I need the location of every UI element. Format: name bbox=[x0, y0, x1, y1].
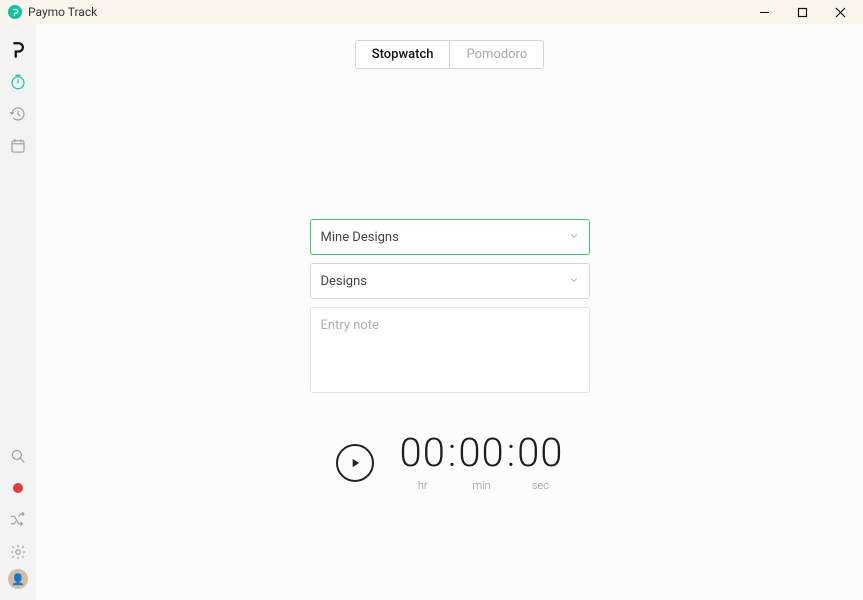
chevron-down-icon bbox=[569, 230, 579, 245]
sidebar-search[interactable] bbox=[0, 440, 36, 472]
task-select[interactable]: Designs bbox=[310, 263, 590, 299]
sidebar-logo[interactable] bbox=[0, 34, 36, 66]
timer-display: 00 hr : 00 min : 00 sec bbox=[400, 433, 564, 492]
record-icon bbox=[13, 483, 23, 493]
sidebar-calendar[interactable] bbox=[0, 130, 36, 162]
sidebar-settings[interactable] bbox=[0, 536, 36, 568]
play-icon bbox=[348, 456, 362, 470]
app-title: Paymo Track bbox=[28, 5, 97, 19]
timer-minutes-label: min bbox=[472, 479, 490, 492]
window-minimize-button[interactable] bbox=[745, 0, 783, 24]
project-select[interactable]: Mine Designs bbox=[310, 219, 590, 255]
app-icon bbox=[8, 5, 22, 19]
sidebar-timer[interactable] bbox=[0, 66, 36, 98]
window-close-button[interactable] bbox=[821, 0, 859, 24]
titlebar: Paymo Track bbox=[0, 0, 863, 24]
tab-stopwatch[interactable]: Stopwatch bbox=[356, 41, 450, 68]
timer-hours: 00 bbox=[400, 433, 446, 473]
timer-minutes: 00 bbox=[458, 433, 504, 473]
entry-note-input[interactable] bbox=[310, 307, 590, 393]
sidebar-shuffle[interactable] bbox=[0, 504, 36, 536]
sidebar: 👤 bbox=[0, 24, 36, 600]
task-select-value: Designs bbox=[321, 274, 367, 289]
project-select-value: Mine Designs bbox=[321, 230, 399, 245]
chevron-down-icon bbox=[569, 274, 579, 289]
avatar: 👤 bbox=[8, 569, 28, 589]
sidebar-record[interactable] bbox=[0, 472, 36, 504]
timer-seconds: 00 bbox=[517, 433, 563, 473]
window-maximize-button[interactable] bbox=[783, 0, 821, 24]
play-button[interactable] bbox=[336, 444, 374, 482]
timer-seconds-label: sec bbox=[532, 479, 549, 492]
sidebar-history[interactable] bbox=[0, 98, 36, 130]
mode-tabs: Stopwatch Pomodoro bbox=[36, 40, 863, 69]
timer-hours-label: hr bbox=[418, 479, 428, 492]
tab-pomodoro[interactable]: Pomodoro bbox=[449, 41, 543, 68]
timer-row: 00 hr : 00 min : 00 sec bbox=[36, 433, 863, 492]
main-area: Stopwatch Pomodoro Mine Designs Designs bbox=[36, 24, 863, 600]
sidebar-avatar[interactable]: 👤 bbox=[0, 568, 36, 600]
